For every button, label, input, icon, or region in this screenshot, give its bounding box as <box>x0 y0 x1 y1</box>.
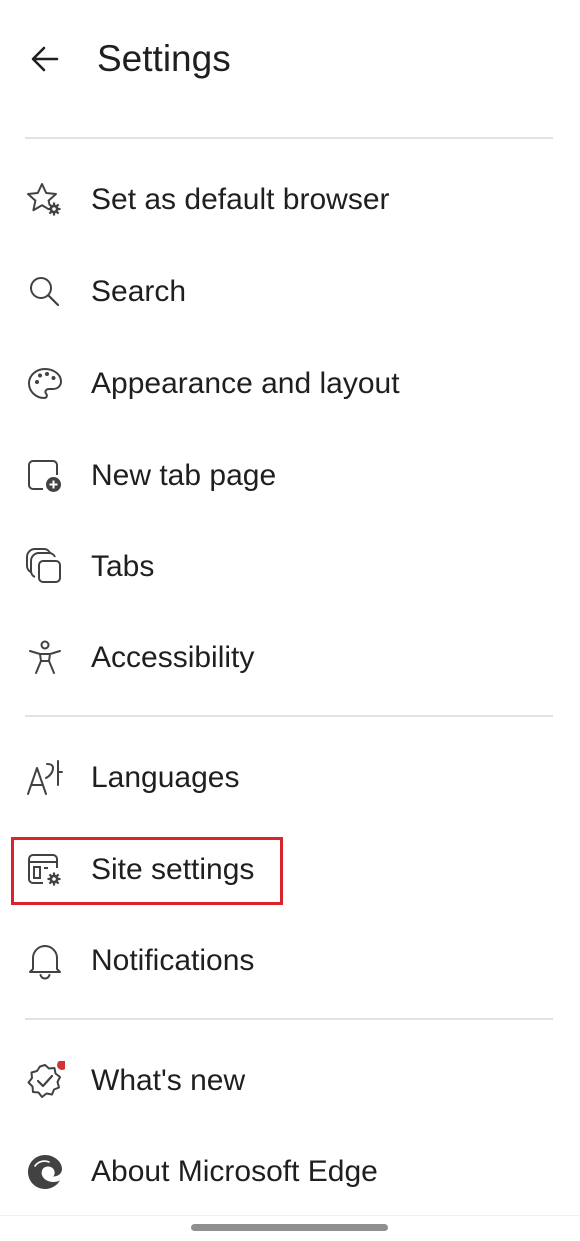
settings-item-about-edge[interactable]: About Microsoft Edge <box>0 1132 580 1212</box>
edge-logo-icon <box>25 1152 65 1192</box>
tabs-icon <box>25 547 65 587</box>
new-tab-icon <box>25 456 65 496</box>
settings-item-whats-new[interactable]: What's new <box>0 1041 580 1121</box>
home-indicator[interactable] <box>191 1224 388 1231</box>
settings-item-label: New tab page <box>91 459 277 492</box>
settings-item-accessibility[interactable]: Accessibility <box>0 618 580 698</box>
settings-item-label: Search <box>91 275 187 308</box>
settings-item-label: Notifications <box>91 944 255 977</box>
settings-item-label: Accessibility <box>91 641 255 674</box>
settings-item-languages[interactable]: Languages <box>0 738 580 818</box>
header: Settings <box>0 0 580 120</box>
search-icon <box>25 272 65 312</box>
settings-item-label: Languages <box>91 761 240 794</box>
accessibility-icon <box>25 638 65 678</box>
settings-item-label: About Microsoft Edge <box>91 1155 378 1188</box>
settings-item-label: Appearance and layout <box>91 367 400 400</box>
settings-item-label: Site settings <box>91 853 255 886</box>
back-button[interactable] <box>22 36 68 82</box>
divider <box>25 715 553 717</box>
settings-item-tabs[interactable]: Tabs <box>0 527 580 607</box>
bell-icon <box>25 941 65 981</box>
settings-item-new-tab-page[interactable]: New tab page <box>0 436 580 516</box>
page-title: Settings <box>97 38 231 79</box>
settings-item-site-settings[interactable]: Site settings <box>0 830 580 910</box>
settings-item-label: Tabs <box>91 550 155 583</box>
settings-item-notifications[interactable]: Notifications <box>0 921 580 1001</box>
palette-icon <box>25 364 65 404</box>
nav-bar-divider <box>0 1215 580 1216</box>
languages-icon <box>25 758 65 798</box>
arrow-left-icon <box>30 44 60 74</box>
badge-check-icon <box>25 1061 65 1101</box>
settings-item-default-browser[interactable]: Set as default browser <box>0 160 580 240</box>
star-gear-icon <box>25 180 65 220</box>
divider <box>25 1018 553 1020</box>
site-settings-icon <box>25 850 65 890</box>
divider <box>25 137 553 139</box>
settings-item-label: Set as default browser <box>91 183 390 216</box>
settings-item-search[interactable]: Search <box>0 252 580 332</box>
settings-item-label: What's new <box>91 1064 246 1097</box>
settings-page: Settings Set as default browser Search A… <box>0 0 580 1241</box>
settings-item-appearance[interactable]: Appearance and layout <box>0 344 580 424</box>
